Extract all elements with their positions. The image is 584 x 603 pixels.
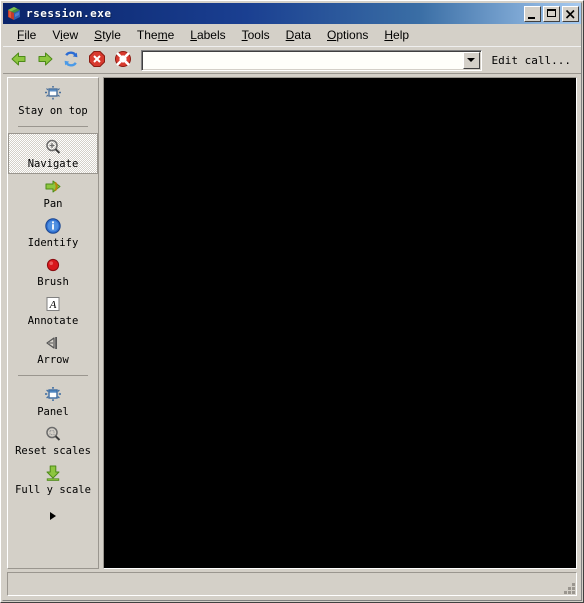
window-inner-frame: rsession.exe File View Style Theme Label… <box>2 2 582 601</box>
close-button[interactable] <box>562 5 579 22</box>
edit-call-label[interactable]: Edit call... <box>486 54 577 67</box>
svg-text:A: A <box>49 299 57 311</box>
menu-item-options[interactable]: Options <box>319 26 376 44</box>
sidebar-item-full-y-scale[interactable]: Full y scale <box>9 460 97 499</box>
sidebar-item-annotate[interactable]: A Annotate <box>9 291 97 330</box>
plot-canvas-frame[interactable] <box>103 77 577 569</box>
sidebar-item-pan[interactable]: Pan <box>9 174 97 213</box>
magnifier-plus-icon <box>44 137 62 157</box>
maximize-button[interactable] <box>543 5 560 22</box>
menu-item-view[interactable]: View <box>44 26 86 44</box>
sidebar-label: Navigate <box>27 158 79 170</box>
main-body: Stay on top Navigate Pan Identify Brush … <box>3 74 581 569</box>
window-controls <box>524 5 579 22</box>
right-arrow-icon <box>36 50 54 71</box>
lifebuoy-icon <box>114 50 132 71</box>
sidebar-item-brush[interactable]: Brush <box>9 252 97 291</box>
letter-a-icon: A <box>44 294 62 314</box>
pan-hand-arrow-icon <box>43 177 63 197</box>
forward-button[interactable] <box>33 48 57 72</box>
sidebar-separator <box>18 375 88 377</box>
plot-canvas[interactable] <box>104 78 576 568</box>
menu-item-style[interactable]: Style <box>86 26 129 44</box>
command-combo-box[interactable] <box>141 49 482 71</box>
status-bar <box>7 572 577 596</box>
sidebar-item-panel[interactable]: Panel <box>9 382 97 421</box>
sidebar-label: Pan <box>43 198 63 210</box>
minimize-button[interactable] <box>524 5 541 22</box>
sidebar-item-reset-scales[interactable]: Reset scales <box>9 421 97 460</box>
red-dot-icon <box>44 255 62 275</box>
sidebar-label: Annotate <box>27 315 79 327</box>
sidebar-separator <box>18 126 88 128</box>
panel-icon <box>43 385 63 405</box>
refresh-icon <box>62 50 80 71</box>
menu-item-data[interactable]: Data <box>278 26 319 44</box>
menu-item-labels[interactable]: Labels <box>182 26 233 44</box>
sidebar-item-stay-on-top[interactable]: Stay on top <box>9 81 97 120</box>
sidebar-item-navigate[interactable]: Navigate <box>8 133 98 174</box>
help-button[interactable] <box>111 48 135 72</box>
title-bar[interactable]: rsession.exe <box>3 3 581 24</box>
sidebar-label: Arrow <box>37 354 69 366</box>
sidebar-label: Brush <box>37 276 69 288</box>
stop-button[interactable] <box>85 48 109 72</box>
sidebar-item-arrow[interactable]: Arrow <box>9 330 97 369</box>
stay-on-top-icon <box>43 84 63 104</box>
back-button[interactable] <box>7 48 31 72</box>
sidebar-more-button[interactable] <box>9 509 97 523</box>
tool-bar: Edit call... <box>3 46 581 74</box>
window-title: rsession.exe <box>26 7 112 20</box>
sidebar-item-identify[interactable]: Identify <box>9 213 97 252</box>
chevron-down-icon <box>467 58 476 62</box>
refresh-button[interactable] <box>59 48 83 72</box>
arrow-cursor-icon <box>43 333 63 353</box>
cube-icon <box>6 6 22 22</box>
stop-icon <box>88 50 106 71</box>
menu-item-tools[interactable]: Tools <box>234 26 278 44</box>
sidebar-label: Stay on top <box>18 105 88 117</box>
menu-item-file[interactable]: File <box>9 26 44 44</box>
green-down-arrow-icon <box>44 463 62 483</box>
menu-item-help[interactable]: Help <box>376 26 417 44</box>
sidebar-label: Identify <box>27 237 79 249</box>
magnifier-reset-icon <box>44 424 62 444</box>
resize-grip-icon[interactable] <box>561 580 575 594</box>
command-input[interactable] <box>142 50 463 70</box>
sidebar-label: Reset scales <box>15 445 91 457</box>
menu-bar: File View Style Theme Labels Tools Data … <box>3 24 581 46</box>
sidebar-label: Panel <box>37 406 69 418</box>
application-window: rsession.exe File View Style Theme Label… <box>0 0 584 603</box>
tool-sidebar: Stay on top Navigate Pan Identify Brush … <box>7 77 99 569</box>
combo-dropdown-button[interactable] <box>462 51 480 69</box>
menu-item-theme[interactable]: Theme <box>129 26 182 44</box>
triangle-right-icon <box>50 512 56 520</box>
left-arrow-icon <box>10 50 28 71</box>
sidebar-label: Full y scale <box>15 484 91 496</box>
info-icon <box>44 216 62 236</box>
